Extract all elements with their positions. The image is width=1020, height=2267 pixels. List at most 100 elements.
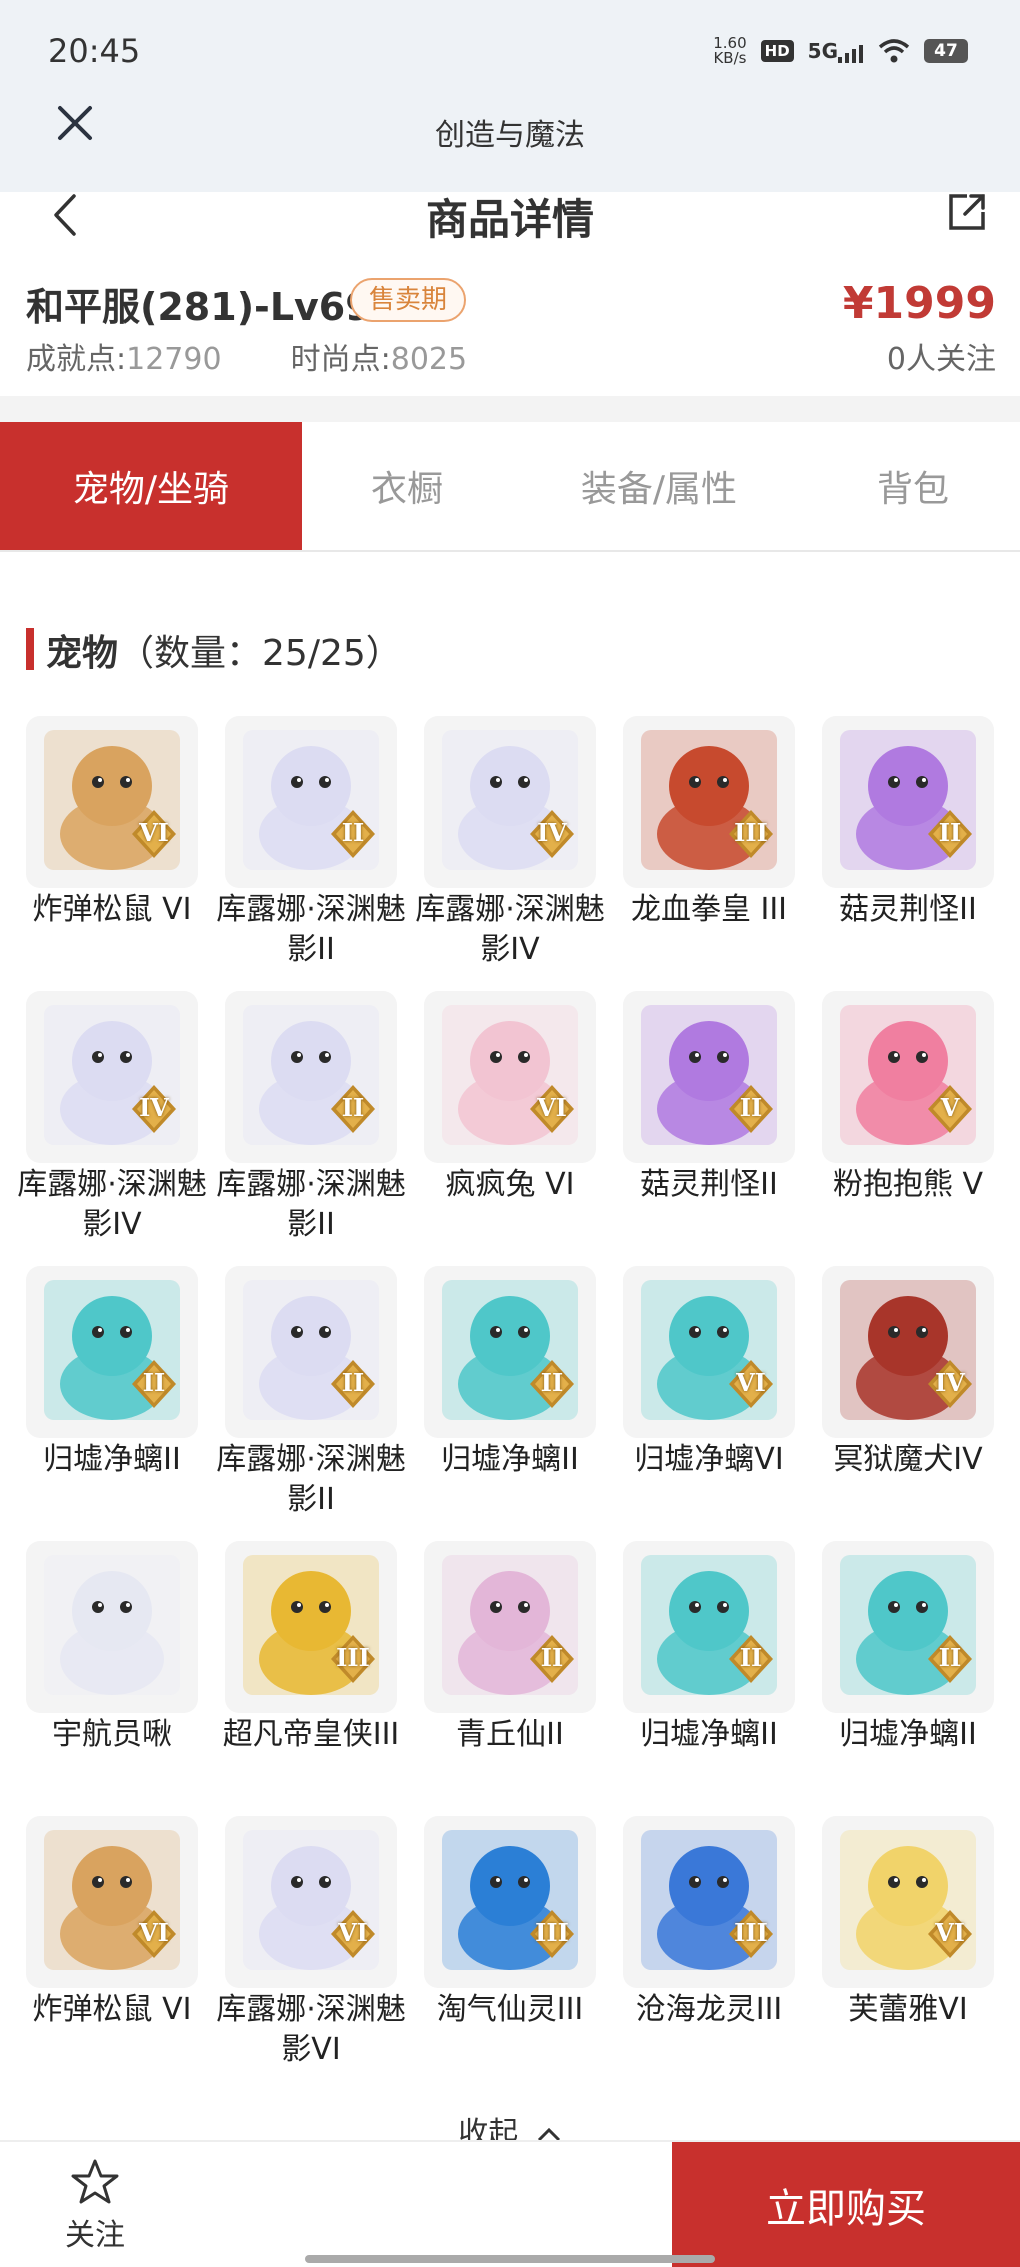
pet-thumbnail: II — [424, 1541, 596, 1713]
pet-name: 淘气仙灵III — [436, 1992, 584, 2027]
buy-now-button[interactable]: 立即购买 — [672, 2142, 1020, 2267]
rank-badge: II — [739, 1643, 763, 1672]
rank-badge: VI — [736, 1368, 766, 1397]
pet-thumbnail: IV — [822, 1266, 994, 1438]
sea-dragon-icon — [641, 1555, 777, 1695]
rank-badge: VI — [338, 1918, 368, 1947]
pet-name: 归墟净螭VI — [634, 1442, 784, 1477]
pet-card[interactable]: II 归墟净螭II — [822, 1541, 994, 1755]
follow-label: 关注 — [65, 2218, 125, 2253]
pet-card[interactable]: V 粉抱抱熊 V — [822, 991, 994, 1205]
section-title-text: 宠物 — [46, 633, 119, 674]
pink-bear-icon — [840, 1005, 976, 1145]
pet-thumbnail: III — [225, 1541, 397, 1713]
fashion-label: 时尚点: — [290, 342, 391, 377]
rank-badge: VI — [139, 1918, 169, 1947]
rank-badge: II — [341, 1368, 365, 1397]
pet-card[interactable]: VI 炸弹松鼠 VI — [26, 1816, 198, 2030]
pet-name: 库露娜·深渊魅影II — [216, 1442, 406, 1517]
pet-thumbnail: III — [424, 1816, 596, 1988]
pet-thumbnail: III — [623, 716, 795, 888]
sea-dragon-spirit-icon — [641, 1830, 777, 1970]
pet-card[interactable]: III 龙血拳皇 III — [623, 716, 795, 930]
pet-thumbnail: VI — [424, 991, 596, 1163]
pet-name: 归墟净螭II — [43, 1442, 181, 1477]
pet-thumbnail: II — [26, 1266, 198, 1438]
pet-card[interactable]: VI 库露娜·深渊魅影VI — [216, 1816, 406, 2070]
pet-card[interactable]: II 库露娜·深渊魅影II — [216, 716, 406, 970]
pet-card[interactable]: III 超凡帝皇侠III — [223, 1541, 399, 1755]
tab-equipment[interactable]: 装备/属性 — [512, 422, 806, 550]
share-icon[interactable] — [945, 190, 989, 234]
kuluna-icon — [442, 730, 578, 870]
pet-card[interactable]: II 库露娜·深渊魅影II — [216, 991, 406, 1245]
sea-dragon-icon — [840, 1555, 976, 1695]
rank-badge: IV — [935, 1368, 965, 1397]
blue-pup-icon — [442, 1830, 578, 1970]
pet-card[interactable]: 宇航员啾 — [26, 1541, 198, 1755]
pet-card[interactable]: III 沧海龙灵III — [623, 1816, 795, 2030]
pet-name: 归墟净螭II — [839, 1717, 977, 1752]
section-count: （数量：25/25） — [118, 633, 402, 674]
pet-card[interactable]: III 淘气仙灵III — [424, 1816, 596, 2030]
pet-name: 青丘仙II — [456, 1717, 564, 1752]
pet-card[interactable]: IV 库露娜·深渊魅影IV — [415, 716, 605, 970]
pet-thumbnail: IV — [26, 991, 198, 1163]
pet-thumbnail: II — [424, 1266, 596, 1438]
pet-card[interactable]: VI 疯疯兔 VI — [424, 991, 596, 1205]
tab-backpack[interactable]: 背包 — [806, 422, 1020, 550]
pet-card[interactable]: II 归墟净螭II — [424, 1266, 596, 1480]
pet-name: 库露娜·深渊魅影IV — [17, 1167, 207, 1242]
pet-card[interactable]: VI 归墟净螭VI — [623, 1266, 795, 1480]
wifi-icon — [878, 39, 910, 63]
fox-fairy-icon — [442, 1555, 578, 1695]
pet-card[interactable]: IV 冥狱魔犬IV — [822, 1266, 994, 1480]
rank-badge: II — [739, 1093, 763, 1122]
rank-badge: VI — [139, 818, 169, 847]
rank-badge: II — [938, 1643, 962, 1672]
astronaut-icon — [44, 1555, 180, 1695]
rabbit-icon — [442, 1005, 578, 1145]
freya-icon — [840, 1830, 976, 1970]
rank-badge: III — [336, 1643, 370, 1672]
follower-count: 0人关注 — [886, 342, 996, 377]
pet-thumbnail: II — [822, 716, 994, 888]
signal-icon: 5G — [808, 39, 864, 63]
pet-card[interactable]: II 青丘仙II — [424, 1541, 596, 1755]
pet-thumbnail: VI — [26, 1816, 198, 1988]
pet-card[interactable]: II 菇灵荆怪II — [623, 991, 795, 1205]
pet-thumbnail: V — [822, 991, 994, 1163]
pet-name: 宇航员啾 — [52, 1717, 172, 1752]
rank-badge: VI — [537, 1093, 567, 1122]
tab-wardrobe[interactable]: 衣橱 — [302, 422, 512, 550]
fashion-value: 8025 — [390, 342, 468, 377]
pet-card[interactable]: VI 炸弹松鼠 VI — [26, 716, 198, 930]
status-badge: 售卖期 — [350, 278, 466, 322]
kuluna-icon — [243, 1280, 379, 1420]
product-price: ¥1999 — [842, 278, 996, 329]
pet-card[interactable]: II 归墟净螭II — [26, 1266, 198, 1480]
pet-card[interactable]: II 归墟净螭II — [623, 1541, 795, 1755]
pet-thumbnail: III — [623, 1816, 795, 1988]
kuluna-icon — [243, 1830, 379, 1970]
pet-card[interactable]: II 菇灵荆怪II — [822, 716, 994, 930]
pet-thumbnail: II — [225, 1266, 397, 1438]
rank-badge: II — [341, 818, 365, 847]
pet-card[interactable]: IV 库露娜·深渊魅影IV — [17, 991, 207, 1245]
pet-name: 炸弹松鼠 VI — [32, 892, 192, 927]
follow-button[interactable]: 关注 — [40, 2158, 150, 2258]
pet-thumbnail: II — [623, 1541, 795, 1713]
net-speed-unit: KB/s — [713, 49, 747, 67]
mushroom-spirit-icon — [840, 730, 976, 870]
rank-badge: II — [938, 818, 962, 847]
tab-pets-mounts[interactable]: 宠物/坐骑 — [0, 422, 302, 550]
tab-bar: 宠物/坐骑 衣橱 装备/属性 背包 — [0, 422, 1020, 552]
mushroom-spirit-icon — [641, 1005, 777, 1145]
pet-card[interactable]: II 库露娜·深渊魅影II — [216, 1266, 406, 1520]
pet-name: 菇灵荆怪II — [640, 1167, 778, 1202]
pet-name: 库露娜·深渊魅影II — [216, 892, 406, 967]
product-stats: 成就点:12790 时尚点:8025 — [26, 334, 467, 378]
pet-name: 库露娜·深渊魅影VI — [216, 1992, 406, 2067]
pet-card[interactable]: VI 芙蕾雅VI — [822, 1816, 994, 2030]
rank-badge: II — [540, 1368, 564, 1397]
